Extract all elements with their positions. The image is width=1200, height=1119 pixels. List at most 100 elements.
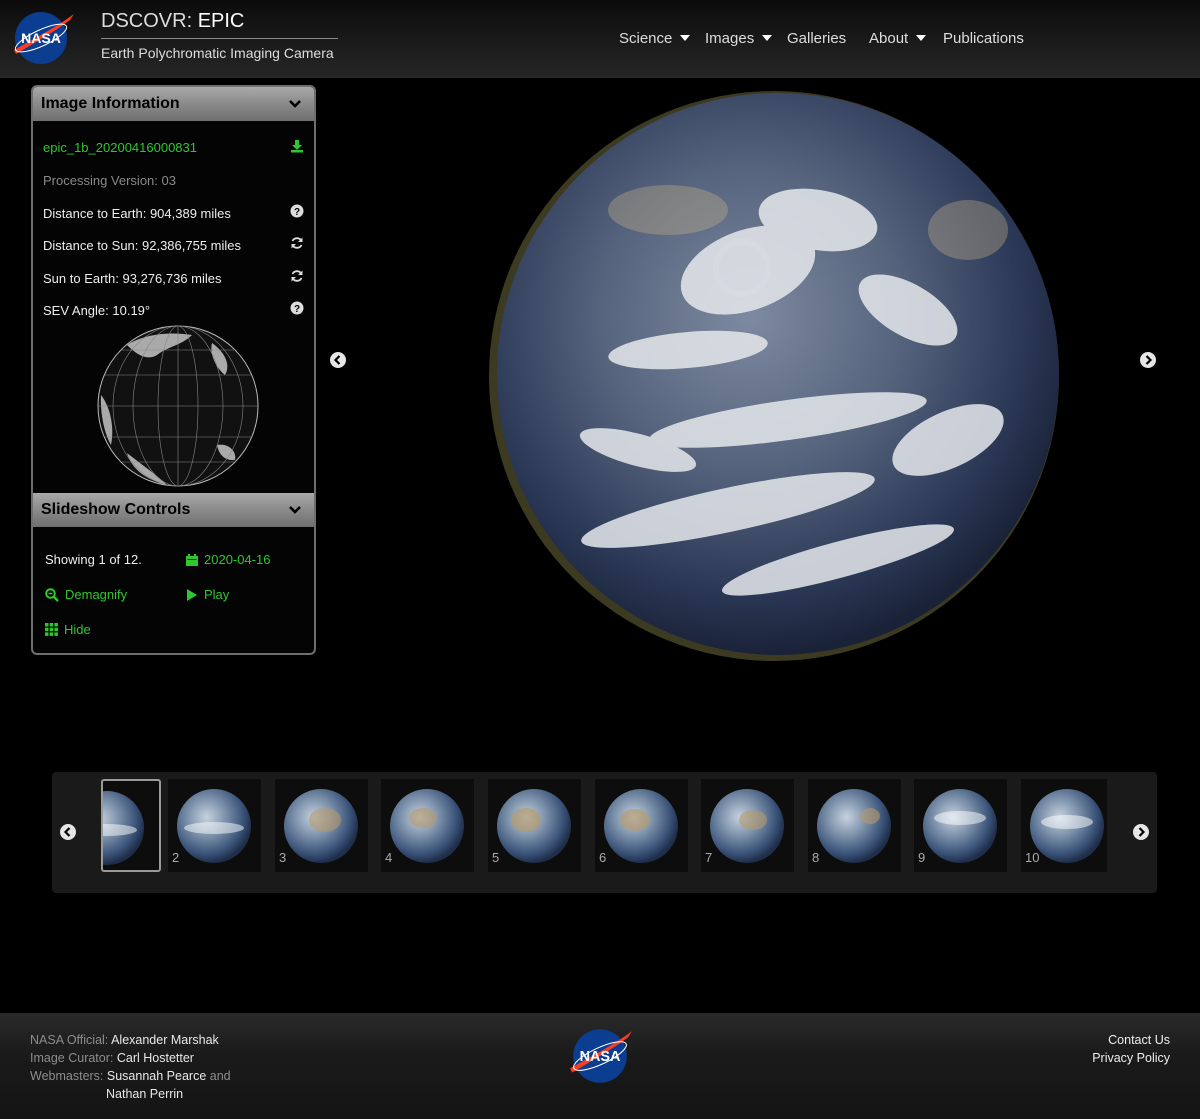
thumbnail-7[interactable]: 7 [701,779,794,872]
thumbnail-number: 8 [812,850,820,865]
thumbnail-number: 5 [492,850,500,865]
thumbnail-8[interactable]: 8 [808,779,901,872]
thumbnail-1[interactable] [101,779,161,872]
thumbnail-number: 6 [599,850,607,865]
thumbnail-number: 4 [385,850,393,865]
thumbnail-earth-image [284,789,358,863]
caret-down-icon [916,35,927,41]
thumbnail-6[interactable]: 6 [595,779,688,872]
official-name[interactable]: Alexander Marshak [111,1033,219,1047]
caret-down-icon [680,35,691,41]
nasa-logo[interactable]: NASA [10,8,76,66]
refresh-icon[interactable] [290,269,304,283]
grid-icon [45,623,58,636]
thumbnail-earth-image [923,789,997,863]
distance-to-earth: Distance to Earth: 904,389 miles [43,206,231,221]
distance-to-sun: Distance to Sun: 92,386,755 miles [43,238,242,253]
thumbnail-number: 7 [705,850,713,865]
arrow-left-icon[interactable] [60,824,76,840]
nasa-official: NASA Official: Alexander Marshak [30,1033,219,1047]
nav-science[interactable]: Science [619,28,691,48]
nav-galleries-label: Galleries [787,29,847,47]
info-panel: Image Information epic_1b_20200416000831… [31,85,316,655]
thumbnail-number: 2 [172,850,180,865]
hide-button[interactable]: Hide [45,622,91,637]
svg-text:NASA: NASA [580,1049,621,1065]
thumbnail-earth-image [1030,789,1104,863]
nav-science-label: Science [619,29,673,47]
demagnify-label: Demagnify [65,587,128,602]
nav-images[interactable]: Images [705,28,773,48]
official-label: NASA Official: [30,1033,109,1047]
thumbnail-number: 3 [279,850,287,865]
curator-label: Image Curator: [30,1051,114,1065]
thumbnail-5[interactable]: 5 [488,779,581,872]
demagnify-button[interactable]: Demagnify [45,587,127,602]
site-title-main: EPIC [197,10,245,32]
svg-text:?: ? [294,304,300,315]
hide-label: Hide [64,622,91,637]
processing-version: Processing Version: 03 [43,173,176,188]
calendar-icon [186,553,198,566]
site-title-prefix: DSCOVR: [101,10,193,32]
image-info-heading: Image Information [41,95,180,112]
webmasters: Webmasters: Susannah Pearce and [30,1069,231,1083]
webmaster-2[interactable]: Nathan Perrin [106,1087,183,1101]
thumbnail-earth-image [497,789,571,863]
play-icon [187,588,197,601]
thumbnail-4[interactable]: 4 [381,779,474,872]
sev-angle: SEV Angle: 10.19° [43,303,151,318]
help-icon[interactable]: ? [290,301,304,315]
curator-name[interactable]: Carl Hostetter [117,1051,194,1065]
thumbnail-3[interactable]: 3 [275,779,368,872]
globe-position-map [97,325,259,487]
play-button[interactable]: Play [186,587,229,602]
privacy-link[interactable]: Privacy Policy [1092,1051,1170,1065]
image-info-header[interactable]: Image Information [33,87,314,121]
sun-to-earth: Sun to Earth: 93,276,736 miles [43,271,222,286]
caret-down-icon [762,35,773,41]
svg-text:?: ? [294,207,300,218]
nav-images-label: Images [705,29,755,47]
refresh-icon[interactable] [290,236,304,250]
chevron-down-icon [289,506,301,514]
thumbnail-2[interactable]: 2 [168,779,261,872]
thumbnail-strip: 2 3 4 5 6 7 8 9 10 [52,772,1157,893]
site-footer: NASA Official: Alexander Marshak Image C… [0,1013,1200,1119]
image-curator: Image Curator: Carl Hostetter [30,1051,194,1065]
site-title[interactable]: DSCOVR: EPIC [101,10,244,33]
arrow-left-icon[interactable] [330,352,346,368]
date-label: 2020-04-16 [204,552,271,567]
help-icon[interactable]: ? [290,204,304,218]
svg-text:NASA: NASA [21,30,61,46]
arrow-right-icon[interactable] [1133,824,1149,840]
webmasters-and: and [209,1069,231,1083]
play-label: Play [204,587,230,602]
thumbnail-number: 9 [918,850,926,865]
webmasters-label: Webmasters: [30,1069,104,1083]
thumbnail-earth-image [710,789,784,863]
thumbnail-earth-image [604,789,678,863]
chevron-down-icon [289,100,301,108]
download-icon[interactable] [290,139,304,153]
contact-link[interactable]: Contact Us [1108,1033,1170,1047]
thumbnail-9[interactable]: 9 [914,779,1007,872]
nav-publications[interactable]: Publications [943,28,1024,48]
nav-galleries[interactable]: Galleries [787,28,846,48]
nasa-logo[interactable]: NASA [566,1025,634,1085]
thumbnail-earth-image [177,789,251,863]
site-header: NASA DSCOVR: EPIC Earth Polychromatic Im… [0,0,1200,78]
nav-about-label: About [869,29,909,47]
image-filename[interactable]: epic_1b_20200416000831 [43,140,197,155]
thumbnail-earth-image [390,789,464,863]
site-subtitle: Earth Polychromatic Imaging Camera [101,45,334,61]
webmaster-1[interactable]: Susannah Pearce [107,1069,206,1083]
date-picker[interactable]: 2020-04-16 [186,552,271,567]
thumbnail-10[interactable]: 10 [1021,779,1107,872]
webmasters-line-2: Nathan Perrin [106,1087,183,1101]
slideshow-controls-header[interactable]: Slideshow Controls [33,493,314,527]
thumbnail-earth-image [103,791,144,865]
arrow-right-icon[interactable] [1140,352,1156,368]
earth-image[interactable] [488,90,1060,662]
nav-about[interactable]: About [869,28,927,48]
